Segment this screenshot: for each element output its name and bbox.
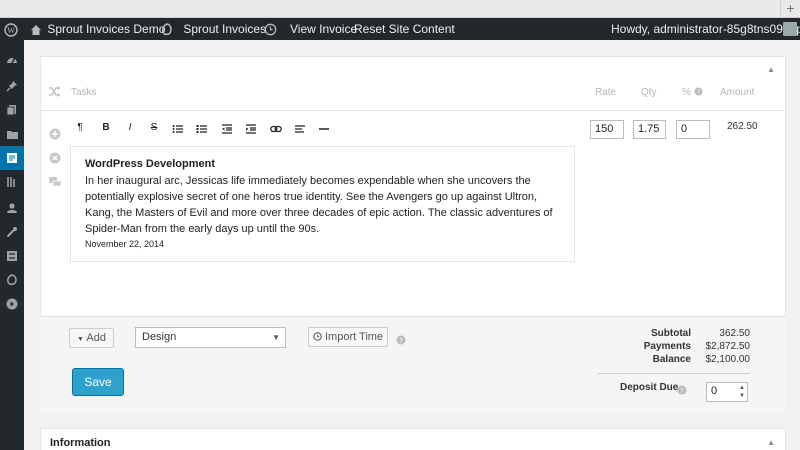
svg-text:?: ? [697,89,700,96]
admin-bar: W Sprout Invoices Demo Sprout Invoices V… [0,18,800,40]
import-time-button[interactable]: Import Time [308,327,388,347]
import-help-icon[interactable]: ? [396,332,406,350]
indent-icon[interactable] [244,124,258,137]
wordpress-logo-icon[interactable]: W [4,18,18,40]
pin-icon[interactable] [0,74,24,98]
collapse-menu-icon[interactable] [0,292,24,316]
save-button[interactable]: Save [72,368,124,396]
user-greeting[interactable]: Howdy, administrator-85g8tns09l9rpj0 [611,18,800,40]
percent-help-icon[interactable]: ? [694,87,703,99]
sprout-leaf-icon[interactable] [0,268,24,292]
invoices-icon[interactable] [0,146,24,170]
pages-icon[interactable] [0,98,24,122]
amount-value: 262.50 [727,121,758,132]
payments-label: Payments [643,341,691,352]
amount-column-header: Amount [720,87,755,98]
link-icon[interactable] [269,124,283,137]
percent-input[interactable]: 0 [676,120,710,139]
browser-chrome: + [0,0,800,18]
plugin-link[interactable]: Sprout Invoices [160,18,266,40]
sprout-leaf-icon [162,23,172,35]
folder-icon[interactable] [0,122,24,146]
payments-value: $2,872.50 [705,341,751,352]
list-number-icon[interactable] [195,124,209,137]
list-bullet-icon[interactable] [171,124,185,137]
hr-icon[interactable] [317,124,331,137]
subtotal-label: Subtotal [651,328,691,339]
admin-side-menu [0,40,24,450]
svg-text:?: ? [399,337,403,345]
settings-icon[interactable] [0,244,24,268]
reset-site-link[interactable]: Reset Site Content [354,18,455,40]
add-item-icon[interactable] [49,127,61,145]
totals-divider [598,373,750,374]
clock-icon[interactable] [264,18,277,40]
item-type-value: Design [142,331,177,343]
collapse-toggle-icon[interactable]: ▲ [767,438,775,447]
shuffle-icon[interactable] [48,86,61,100]
collapse-toggle-icon[interactable]: ▲ [767,65,775,74]
avatar[interactable] [783,22,797,36]
import-time-label: Import Time [324,331,384,343]
view-invoice-link[interactable]: View Invoice [290,18,357,40]
delete-item-icon[interactable] [49,151,61,169]
svg-text:W: W [7,26,15,35]
qty-column-header: Qty [641,87,657,98]
add-line-item-button[interactable]: ▼ Add [69,328,114,348]
stepper-arrows-icon[interactable]: ▲ ▼ [739,384,745,400]
qty-input[interactable]: 1.75 [633,120,666,139]
appearance-icon[interactable] [0,170,24,194]
site-name-link[interactable]: Sprout Invoices Demo [30,18,165,40]
editor-toolbar: ¶ B I S [70,118,575,142]
line-item-description: In her inaugural arc, Jessicas life imme… [85,175,553,235]
subtotal-value: 362.50 [719,328,750,339]
deposit-due-label: Deposit Due [620,382,679,393]
line-item-date: November 22, 2014 [85,239,165,249]
dashboard-icon[interactable] [0,48,24,72]
item-type-select[interactable]: Design ▼ [135,327,286,348]
strikethrough-button[interactable]: S [147,122,161,133]
information-metabox: Information ▲ [40,428,786,450]
balance-label: Balance [652,354,691,365]
comments-icon[interactable] [48,175,62,193]
deposit-help-icon[interactable]: ? [677,382,687,400]
deposit-due-value: 0 [711,385,718,397]
deposit-due-input[interactable]: 0 ▲ ▼ [706,382,748,402]
line-item-title: WordPress Development [85,158,216,170]
svg-text:?: ? [680,387,684,395]
caret-down-icon: ▼ [77,336,84,343]
header-divider [40,110,786,111]
information-title: Information [50,437,111,449]
new-tab-button[interactable]: + [780,0,800,18]
home-icon [31,24,41,35]
clock-icon [313,332,322,341]
rate-column-header: Rate [595,87,617,98]
balance-value: $2,100.00 [705,354,751,365]
select-arrow-icon: ▼ [272,333,280,342]
bold-button[interactable]: B [99,122,113,133]
add-button-label: Add [86,332,106,344]
align-left-icon[interactable] [293,124,307,137]
paragraph-button[interactable]: ¶ [73,122,87,133]
line-item-description-editor[interactable]: WordPress Development In her inaugural a… [70,146,575,262]
outdent-icon[interactable] [220,124,234,137]
tasks-column-header: Tasks [71,87,97,98]
users-icon[interactable] [0,196,24,220]
percent-column-header: % [682,87,691,98]
rate-input[interactable]: 150 [590,120,624,139]
tools-icon[interactable] [0,220,24,244]
site-name-text: Sprout Invoices Demo [47,22,166,36]
plugin-name-text: Sprout Invoices [183,22,267,36]
italic-button[interactable]: I [123,122,137,133]
